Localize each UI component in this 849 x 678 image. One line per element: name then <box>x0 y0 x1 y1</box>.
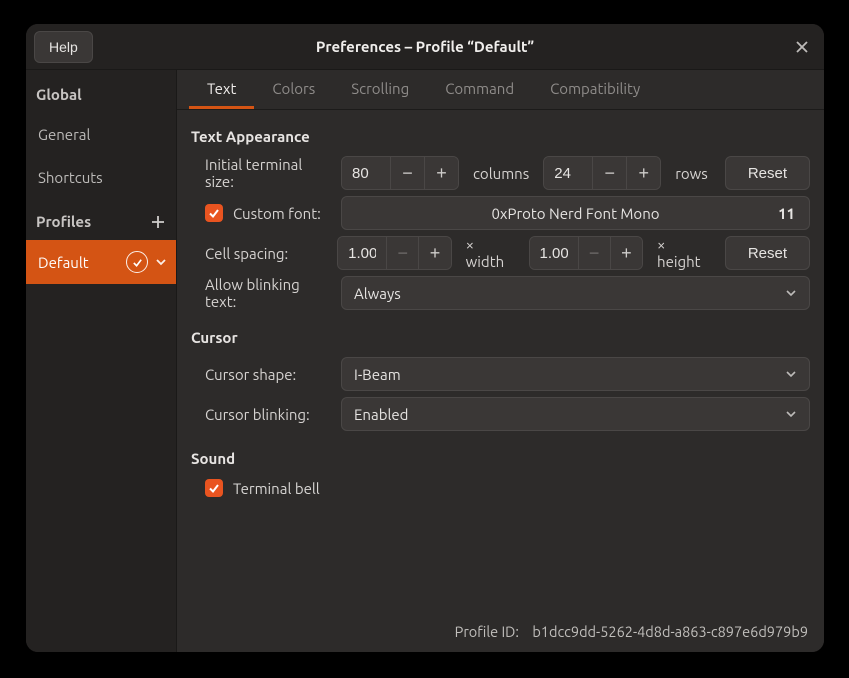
row-blink-text: Allow blinking text: Always <box>191 273 810 313</box>
row-custom-font: Custom font: 0xProto Nerd Font Mono 11 <box>191 193 810 233</box>
cell-height-increment[interactable]: + <box>610 237 642 269</box>
row-cursor-shape: Cursor shape: I-Beam <box>191 354 810 394</box>
preferences-window: Help Preferences – Profile “Default” Glo… <box>26 24 824 652</box>
font-chooser-button[interactable]: 0xProto Nerd Font Mono 11 <box>341 196 810 230</box>
cursor-blinking-value: Enabled <box>354 406 408 423</box>
width-unit: × width <box>462 236 519 270</box>
window-title: Preferences – Profile “Default” <box>26 38 824 55</box>
cell-width-increment[interactable]: + <box>418 237 450 269</box>
titlebar: Help Preferences – Profile “Default” <box>26 24 824 70</box>
columns-input[interactable] <box>342 157 390 189</box>
row-cell-spacing: Cell spacing: − + × width − + × height R… <box>191 233 810 273</box>
row-cursor-blinking: Cursor blinking: Enabled <box>191 394 810 434</box>
terminal-bell-checkbox[interactable] <box>205 479 223 497</box>
label-custom-font: Custom font: <box>233 205 321 222</box>
sidebar-heading-profiles: Profiles <box>26 199 176 240</box>
blink-text-value: Always <box>354 285 401 302</box>
add-profile-icon[interactable] <box>150 214 166 230</box>
check-icon <box>208 207 220 219</box>
font-size: 11 <box>778 205 795 222</box>
sidebar-item-shortcuts[interactable]: Shortcuts <box>26 156 176 199</box>
profile-name: Default <box>38 254 120 271</box>
cursor-shape-value: I-Beam <box>354 366 401 383</box>
active-profile-icon <box>126 251 148 273</box>
height-unit: × height <box>653 236 715 270</box>
columns-decrement[interactable]: − <box>390 157 424 189</box>
reset-cell-button[interactable]: Reset <box>725 236 810 270</box>
profiles-label: Profiles <box>36 213 91 230</box>
chevron-down-icon <box>785 408 797 420</box>
cell-width-decrement[interactable]: − <box>386 237 418 269</box>
profile-id-footer: Profile ID: b1dcc9dd-5262-4d8d-a863-c897… <box>191 613 810 644</box>
main-panel: Text Colors Scrolling Command Compatibil… <box>177 70 824 652</box>
reset-size-button[interactable]: Reset <box>725 156 810 190</box>
tab-scrolling[interactable]: Scrolling <box>333 70 427 109</box>
rows-decrement[interactable]: − <box>592 157 626 189</box>
cell-height-stepper[interactable]: − + <box>529 236 643 270</box>
tab-bar: Text Colors Scrolling Command Compatibil… <box>177 70 824 110</box>
label-cell-spacing: Cell spacing: <box>191 245 327 262</box>
sidebar-item-profile-default[interactable]: Default <box>26 240 176 284</box>
section-cursor: Cursor <box>191 313 810 354</box>
chevron-down-icon <box>785 287 797 299</box>
help-button[interactable]: Help <box>34 31 93 63</box>
cell-width-stepper[interactable]: − + <box>337 236 451 270</box>
label-custom-font-wrap: Custom font: <box>191 204 331 222</box>
label-cursor-blinking: Cursor blinking: <box>191 406 331 423</box>
row-initial-size: Initial terminal size: − + columns − + r… <box>191 153 810 193</box>
chevron-down-icon[interactable] <box>154 255 168 269</box>
columns-unit: columns <box>469 165 533 182</box>
custom-font-checkbox[interactable] <box>205 204 223 222</box>
cell-width-input[interactable] <box>338 237 386 269</box>
label-terminal-bell: Terminal bell <box>233 480 320 497</box>
cell-height-input[interactable] <box>530 237 578 269</box>
label-blink-text: Allow blinking text: <box>191 276 331 310</box>
close-icon <box>796 41 808 53</box>
section-sound: Sound <box>191 434 810 475</box>
tab-text[interactable]: Text <box>189 70 254 109</box>
tab-colors[interactable]: Colors <box>254 70 333 109</box>
sidebar-item-general[interactable]: General <box>26 113 176 156</box>
section-text-appearance: Text Appearance <box>191 122 810 153</box>
chevron-down-icon <box>785 368 797 380</box>
tab-command[interactable]: Command <box>427 70 532 109</box>
close-button[interactable] <box>788 33 816 61</box>
label-initial-size: Initial terminal size: <box>191 156 331 190</box>
rows-unit: rows <box>671 165 712 182</box>
rows-input[interactable] <box>544 157 592 189</box>
font-name: 0xProto Nerd Font Mono <box>491 205 659 222</box>
columns-increment[interactable]: + <box>424 157 458 189</box>
columns-stepper[interactable]: − + <box>341 156 459 190</box>
profile-id-value: b1dcc9dd-5262-4d8d-a863-c897e6d979b9 <box>532 623 808 640</box>
tab-compatibility[interactable]: Compatibility <box>532 70 658 109</box>
sidebar-heading-global: Global <box>26 72 176 113</box>
cursor-shape-select[interactable]: I-Beam <box>341 357 810 391</box>
rows-stepper[interactable]: − + <box>543 156 661 190</box>
cursor-blinking-select[interactable]: Enabled <box>341 397 810 431</box>
rows-increment[interactable]: + <box>626 157 660 189</box>
tab-content: Text Appearance Initial terminal size: −… <box>177 110 824 652</box>
profile-id-label: Profile ID: <box>455 623 519 640</box>
cell-height-decrement[interactable]: − <box>578 237 610 269</box>
blink-text-select[interactable]: Always <box>341 276 810 310</box>
label-cursor-shape: Cursor shape: <box>191 366 331 383</box>
check-icon <box>208 482 220 494</box>
window-body: Global General Shortcuts Profiles Defaul… <box>26 70 824 652</box>
sidebar: Global General Shortcuts Profiles Defaul… <box>26 70 177 652</box>
row-terminal-bell: Terminal bell <box>191 475 810 497</box>
